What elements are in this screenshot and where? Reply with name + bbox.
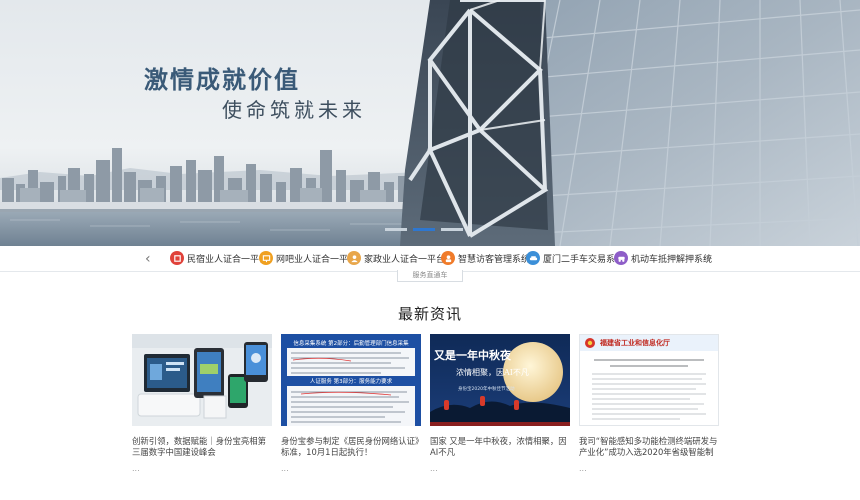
service-label: 智慧访客管理系统 xyxy=(458,254,531,265)
news-title[interactable]: 创新引领，数据赋能｜身份宝亮相第三届数字中国建设峰会 xyxy=(132,436,272,458)
service-netcafe-platform[interactable]: 网吧业人证合一平台 xyxy=(259,251,357,265)
slide-dot[interactable] xyxy=(441,228,463,231)
vehicle-icon xyxy=(614,251,628,265)
news-card[interactable]: 创新引领，数据赋能｜身份宝亮相第三届数字中国建设峰会 ... xyxy=(132,334,272,473)
slide-dot-active[interactable] xyxy=(413,228,435,231)
news-card[interactable]: 福建省工业和信息化厅 我司“智能感知多功能检测终端研发与产业化”成功入选2020… xyxy=(579,334,719,473)
thumb-text: 身份宝2020年中秋佳节活动 xyxy=(458,387,515,392)
news-heading: 最新资讯 xyxy=(397,305,462,323)
news-more[interactable]: ... xyxy=(430,464,570,473)
thumb-text: 又是一年中秋夜 xyxy=(434,349,511,362)
news-thumbnail: 又是一年中秋夜 浓情相聚，因AI不凡 身份宝2020年中秋佳节活动 xyxy=(430,334,570,426)
news-thumbnail: 信息采集系统 第2部分：后勤管理部门信息采集 人证服务 第3部分：服务能力要求 xyxy=(281,334,421,426)
thumb-text: 人证服务 第3部分：服务能力要求 xyxy=(309,379,393,385)
chevron-left-icon[interactable]: ‹ xyxy=(145,251,151,267)
service-visitor-system[interactable]: 智慧访客管理系统 xyxy=(441,251,530,265)
service-label: 网吧业人证合一平台 xyxy=(276,254,358,265)
news-title[interactable]: 我司“智能感知多功能检测终端研发与产业化”成功入选2020年省级智能制造重点项目 xyxy=(579,436,719,458)
visitor-icon xyxy=(441,251,455,265)
news-thumbnail xyxy=(132,334,272,426)
service-label: 家政业人证合一平台 xyxy=(364,254,446,265)
hero-slide-indicator xyxy=(385,228,463,231)
service-tab-label[interactable]: 服务直通车 xyxy=(397,270,463,282)
news-title[interactable]: 国家 又是一年中秋夜，浓情相聚，因AI不凡 xyxy=(430,436,570,458)
news-more[interactable]: ... xyxy=(132,464,272,473)
slide-dot[interactable] xyxy=(385,228,407,231)
thumb-text: 福建省工业和信息化厅 xyxy=(600,339,670,347)
hotel-icon xyxy=(170,251,184,265)
news-thumbnail: 福建省工业和信息化厅 xyxy=(579,334,719,426)
thumb-text: 浓情相聚，因AI不凡 xyxy=(456,368,529,377)
hero-subtitle: 使命筑就未来 xyxy=(222,98,366,122)
service-housekeeping-platform[interactable]: 家政业人证合一平台 xyxy=(347,251,445,265)
service-label: 民宿业人证合一平台 xyxy=(187,254,269,265)
service-label: 厦门二手车交易系统 xyxy=(543,254,625,265)
service-shortcut-bar: ‹ 民宿业人证合一平台 网吧业人证合一平台 家政业人证合一平台 智慧访客管理系统… xyxy=(0,246,860,272)
housekeeping-icon xyxy=(347,251,361,265)
news-card[interactable]: 又是一年中秋夜 浓情相聚，因AI不凡 身份宝2020年中秋佳节活动 国家 又是一… xyxy=(430,334,570,473)
service-label: 机动车抵押解押系统 xyxy=(631,254,713,265)
chevron-right-icon[interactable]: › xyxy=(706,251,712,267)
service-usedcar-system[interactable]: 厦门二手车交易系统 xyxy=(526,251,624,265)
car-icon xyxy=(526,251,540,265)
hero-cityscape-image xyxy=(0,0,860,246)
service-hotel-platform[interactable]: 民宿业人证合一平台 xyxy=(170,251,268,265)
hero-title: 激情成就价值 xyxy=(144,66,300,94)
news-more[interactable]: ... xyxy=(281,464,421,473)
news-card[interactable]: 信息采集系统 第2部分：后勤管理部门信息采集 人证服务 第3部分：服务能力要求 … xyxy=(281,334,421,473)
news-more[interactable]: ... xyxy=(579,464,719,473)
computer-icon xyxy=(259,251,273,265)
service-vehicle-mortgage-system[interactable]: 机动车抵押解押系统 xyxy=(614,251,712,265)
news-title[interactable]: 身份宝参与制定《居民身份网络认证》标准，10月1日起执行！ xyxy=(281,436,421,458)
hero-banner[interactable]: 激情成就价值 使命筑就未来 xyxy=(0,0,860,246)
